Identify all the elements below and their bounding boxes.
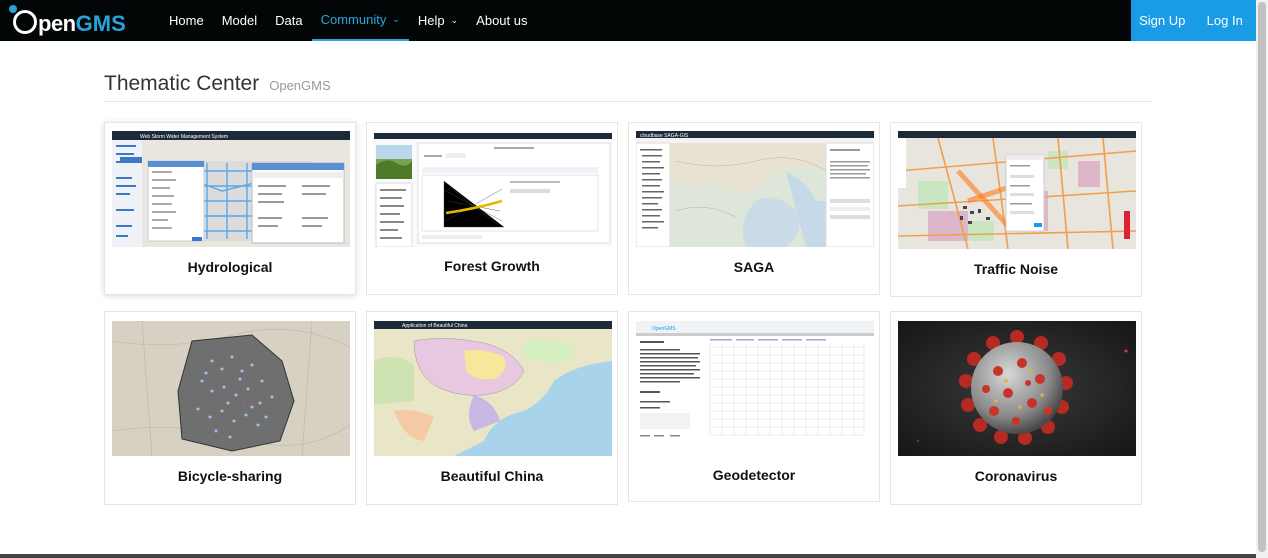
top-navbar: pen GMS Home Model Data Community ⌄ Help ⌄… bbox=[0, 0, 1256, 41]
nav-community[interactable]: Community ⌄ bbox=[311, 0, 409, 41]
coronavirus-image bbox=[898, 321, 1136, 456]
log-in-button[interactable]: Log In bbox=[1194, 0, 1257, 41]
geodetector-screenshot-image: OpenGMS bbox=[636, 321, 874, 448]
card-title: Bicycle-sharing bbox=[177, 468, 283, 484]
card-hydrological[interactable]: Web Storm Water Management System Hydrol… bbox=[104, 122, 356, 295]
hydro-thumb-title: Web Storm Water Management System bbox=[140, 134, 228, 140]
china-thumb-title: Application of Beautiful China bbox=[402, 323, 468, 329]
nav-home-label: Home bbox=[169, 13, 204, 28]
beautiful-china-screenshot-image: Application of Beautiful China bbox=[374, 321, 612, 456]
card-bicycle-sharing[interactable]: Bicycle-sharing bbox=[104, 311, 356, 505]
thumbnail-bicycle-sharing bbox=[112, 321, 350, 456]
bicycle-sharing-screenshot-image bbox=[112, 321, 350, 456]
thumbnail-hydrological: Web Storm Water Management System bbox=[112, 131, 350, 247]
nav-help[interactable]: Help ⌄ bbox=[409, 0, 467, 41]
card-forest-growth[interactable]: Forest Growth bbox=[366, 122, 618, 295]
scrollbar-thumb[interactable] bbox=[1258, 2, 1266, 552]
opengms-logo[interactable]: pen GMS bbox=[9, 5, 126, 38]
card-title: SAGA bbox=[733, 259, 775, 275]
auth-buttons: Sign Up Log In bbox=[1131, 0, 1256, 41]
nav-about-label: About us bbox=[476, 13, 528, 28]
traffic-noise-screenshot-image bbox=[898, 131, 1136, 249]
card-title: Traffic Noise bbox=[973, 261, 1059, 277]
saga-screenshot-image: cloudbase SAGA-GIS bbox=[636, 131, 874, 247]
page-title: Thematic Center bbox=[104, 72, 260, 95]
card-traffic-noise[interactable]: Traffic Noise bbox=[890, 122, 1142, 297]
nav-data-label: Data bbox=[275, 13, 303, 28]
card-title: Beautiful China bbox=[440, 468, 544, 484]
card-geodetector[interactable]: OpenGMS Geodetector bbox=[628, 311, 880, 502]
nav-model-label: Model bbox=[221, 13, 258, 28]
card-saga[interactable]: cloudbase SAGA-GIS SAGA bbox=[628, 122, 880, 295]
main-menu: Home Model Data Community ⌄ Help ⌄ About u… bbox=[160, 0, 537, 41]
thumbnail-geodetector: OpenGMS bbox=[636, 321, 874, 448]
page-header: Thematic Center OpenGMS bbox=[104, 72, 1152, 102]
sign-up-button[interactable]: Sign Up bbox=[1131, 0, 1194, 41]
footer-divider bbox=[0, 554, 1256, 558]
card-title: Coronavirus bbox=[974, 468, 1058, 484]
card-beautiful-china[interactable]: Application of Beautiful China Beautiful… bbox=[366, 311, 618, 505]
page-scrollbar[interactable] bbox=[1256, 0, 1268, 558]
geo-thumb-brand: OpenGMS bbox=[652, 326, 676, 332]
hydrological-screenshot-image: Web Storm Water Management System bbox=[112, 131, 350, 247]
thumbnail-traffic-noise bbox=[898, 131, 1136, 249]
nav-home[interactable]: Home bbox=[160, 0, 213, 41]
page-subtitle: OpenGMS bbox=[269, 78, 331, 93]
thumbnail-forest-growth bbox=[374, 131, 612, 247]
card-coronavirus[interactable]: Coronavirus bbox=[890, 311, 1142, 505]
logo-text-pen: pen bbox=[38, 11, 76, 36]
logo-text-gms: GMS bbox=[75, 11, 126, 36]
card-title: Geodetector bbox=[712, 467, 796, 483]
forest-growth-screenshot-image bbox=[374, 131, 612, 247]
chevron-down-icon: ⌄ bbox=[450, 15, 459, 25]
nav-help-label: Help bbox=[417, 13, 445, 28]
thumbnail-coronavirus bbox=[898, 321, 1136, 456]
card-title: Hydrological bbox=[187, 259, 273, 275]
nav-model[interactable]: Model bbox=[213, 0, 266, 41]
chevron-down-icon: ⌄ bbox=[392, 14, 400, 24]
thumbnail-saga: cloudbase SAGA-GIS bbox=[636, 131, 874, 247]
nav-data[interactable]: Data bbox=[266, 0, 311, 41]
nav-about[interactable]: About us bbox=[467, 0, 536, 41]
thumbnail-beautiful-china: Application of Beautiful China bbox=[374, 321, 612, 456]
nav-community-label: Community bbox=[320, 12, 387, 27]
logo-o-icon bbox=[9, 5, 37, 34]
card-title: Forest Growth bbox=[444, 258, 540, 274]
